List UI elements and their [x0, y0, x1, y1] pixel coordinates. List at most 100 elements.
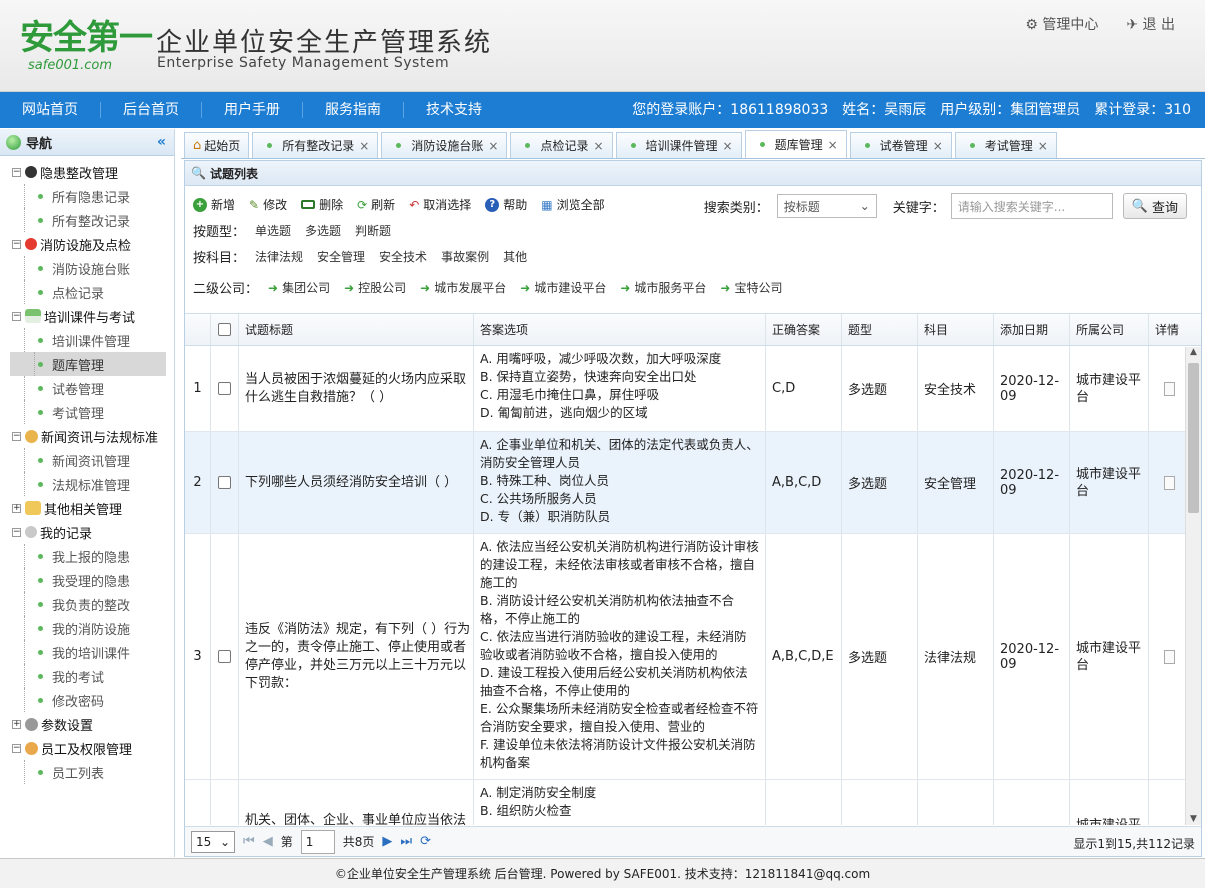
close-icon[interactable]: ×	[828, 138, 838, 152]
filter-company-group[interactable]: ➜ 集团公司	[268, 279, 330, 296]
table-row[interactable]: 1 当人员被困于浓烟蔓延的火场内应采取什么逃生自救措施？（ ） A. 用嘴呼吸，…	[185, 346, 1201, 432]
nav-site-home[interactable]: 网站首页	[0, 102, 101, 118]
delete-button[interactable]: 删除	[301, 196, 343, 213]
sidebar-item-all-rectifications[interactable]: 所有整改记录	[0, 208, 174, 232]
prev-page-icon[interactable]: ◀	[263, 834, 273, 849]
expand-toggle-icon[interactable]: +	[12, 503, 21, 513]
row-checkbox[interactable]	[218, 382, 231, 395]
reload-icon[interactable]: ⟳	[420, 834, 431, 849]
sidebar-item-staff-list[interactable]: 员工列表	[0, 760, 174, 784]
sidebar-item-my-accepted[interactable]: 我受理的隐患	[0, 568, 174, 592]
sidebar-item-exams[interactable]: 考试管理	[0, 400, 174, 424]
tab-question-bank[interactable]: 题库管理 ×	[744, 130, 847, 158]
table-row[interactable]: 2 下列哪些人员须经消防安全培训（ ） A. 企事业单位和机关、团体的法定代表或…	[185, 432, 1201, 534]
next-page-icon[interactable]: ▶	[382, 834, 392, 849]
filter-other[interactable]: 其他	[503, 248, 527, 265]
filter-company-holding[interactable]: ➜ 控股公司	[344, 279, 406, 296]
scroll-thumb[interactable]	[1188, 363, 1199, 513]
close-icon[interactable]: ×	[723, 139, 733, 153]
document-icon[interactable]	[1163, 649, 1175, 664]
sidebar-item-news[interactable]: 新闻资讯管理	[0, 448, 174, 472]
tree-group-other[interactable]: + 其他相关管理	[0, 496, 174, 520]
tab-start[interactable]: ⌂ 起始页	[184, 132, 250, 158]
refresh-button[interactable]: ⟳ 刷新	[357, 196, 395, 213]
search-type-select[interactable]: 按标题 ⌄	[776, 194, 877, 218]
first-page-icon[interactable]: ⏮	[243, 834, 255, 849]
browse-all-button[interactable]: ▦ 浏览全部	[541, 196, 604, 213]
tab-courseware[interactable]: 培训课件管理 ×	[615, 132, 742, 158]
col-answer[interactable]: 正确答案	[766, 314, 842, 345]
sidebar-item-change-password[interactable]: 修改密码	[0, 688, 174, 712]
document-icon[interactable]	[1163, 381, 1175, 396]
tab-fire-ledger[interactable]: 消防设施台账 ×	[381, 132, 508, 158]
close-icon[interactable]: ×	[1038, 139, 1048, 153]
table-row[interactable]: 3 违反《消防法》规定，有下列（ ）行为之一的，责令停止施工、停止使用或者停产停…	[185, 534, 1201, 780]
sidebar-item-fire-ledger[interactable]: 消防设施台账	[0, 256, 174, 280]
sidebar-item-my-fire-facilities[interactable]: 我的消防设施	[0, 616, 174, 640]
filter-single-choice[interactable]: 单选题	[255, 222, 291, 239]
tree-group-my-records[interactable]: − 我的记录	[0, 520, 174, 544]
close-icon[interactable]: ×	[933, 139, 943, 153]
close-icon[interactable]: ×	[593, 139, 603, 153]
col-subject[interactable]: 科目	[918, 314, 994, 345]
col-date[interactable]: 添加日期	[994, 314, 1070, 345]
tab-inspection[interactable]: 点检记录 ×	[510, 132, 613, 158]
scroll-up-icon[interactable]: ▲	[1186, 347, 1201, 357]
filter-company-urban-build[interactable]: ➜ 城市建设平台	[520, 279, 606, 296]
tree-group-training[interactable]: − 培训课件与考试	[0, 304, 174, 328]
col-company[interactable]: 所属公司	[1070, 314, 1149, 345]
sidebar-item-my-reported[interactable]: 我上报的隐患	[0, 544, 174, 568]
filter-company-urban-service[interactable]: ➜ 城市服务平台	[620, 279, 706, 296]
admin-center-link[interactable]: ⚙ 管理中心	[1025, 14, 1098, 34]
query-button[interactable]: 🔍 查询	[1122, 193, 1187, 219]
collapse-toggle-icon[interactable]: −	[12, 311, 21, 321]
tree-group-hazard[interactable]: − 隐患整改管理	[0, 160, 174, 184]
edit-button[interactable]: ✎ 修改	[249, 196, 287, 213]
filter-multi-choice[interactable]: 多选题	[305, 222, 341, 239]
nav-tech-support[interactable]: 技术支持	[404, 102, 504, 118]
close-icon[interactable]: ×	[488, 139, 498, 153]
nav-user-manual[interactable]: 用户手册	[202, 102, 303, 118]
sidebar-item-my-exams[interactable]: 我的考试	[0, 664, 174, 688]
tree-group-fire[interactable]: − 消防设施及点检	[0, 232, 174, 256]
collapse-toggle-icon[interactable]: −	[12, 239, 21, 249]
col-type[interactable]: 题型	[842, 314, 918, 345]
page-size-select[interactable]: 15 ⌄	[191, 830, 235, 853]
tab-papers[interactable]: 试卷管理 ×	[849, 132, 952, 158]
sidebar-item-all-hazards[interactable]: 所有隐患记录	[0, 184, 174, 208]
nav-service-guide[interactable]: 服务指南	[303, 102, 404, 118]
select-all-checkbox[interactable]	[218, 323, 231, 336]
page-number-input[interactable]: 1	[300, 829, 335, 854]
logout-link[interactable]: ✈ 退 出	[1126, 14, 1175, 34]
collapse-toggle-icon[interactable]: −	[12, 431, 21, 441]
filter-company-urban-dev[interactable]: ➜ 城市发展平台	[420, 279, 506, 296]
col-options[interactable]: 答案选项	[474, 314, 766, 345]
scroll-down-icon[interactable]: ▼	[1186, 814, 1201, 824]
nav-admin-home[interactable]: 后台首页	[101, 102, 202, 118]
expand-toggle-icon[interactable]: +	[12, 719, 21, 729]
tab-exams[interactable]: 考试管理 ×	[954, 132, 1057, 158]
filter-accident-cases[interactable]: 事故案例	[441, 248, 489, 265]
sidebar-item-courseware[interactable]: 培训课件管理	[0, 328, 174, 352]
sidebar-item-inspection[interactable]: 点检记录	[0, 280, 174, 304]
close-icon[interactable]: ×	[359, 139, 369, 153]
sidebar-item-regulations[interactable]: 法规标准管理	[0, 472, 174, 496]
deselect-button[interactable]: ↶ 取消选择	[409, 196, 471, 213]
filter-company-baote[interactable]: ➜ 宝特公司	[720, 279, 782, 296]
document-icon[interactable]	[1163, 475, 1175, 490]
filter-safety-tech[interactable]: 安全技术	[379, 248, 427, 265]
vertical-scrollbar[interactable]: ▲ ▼	[1185, 347, 1201, 825]
tree-group-settings[interactable]: + 参数设置	[0, 712, 174, 736]
collapse-toggle-icon[interactable]: −	[12, 167, 21, 177]
tree-group-news[interactable]: − 新闻资讯与法规标准	[0, 424, 174, 448]
sidebar-item-question-bank[interactable]: 题库管理	[10, 352, 166, 376]
filter-true-false[interactable]: 判断题	[355, 222, 391, 239]
filter-safety-management[interactable]: 安全管理	[317, 248, 365, 265]
last-page-icon[interactable]: ⏭	[400, 834, 412, 849]
row-checkbox[interactable]	[218, 650, 231, 663]
sidebar-item-my-courseware[interactable]: 我的培训课件	[0, 640, 174, 664]
collapse-sidebar-icon[interactable]: «	[157, 134, 166, 150]
collapse-toggle-icon[interactable]: −	[12, 743, 21, 753]
tab-all-rectifications[interactable]: 所有整改记录 ×	[252, 132, 379, 158]
col-title[interactable]: 试题标题	[239, 314, 474, 345]
